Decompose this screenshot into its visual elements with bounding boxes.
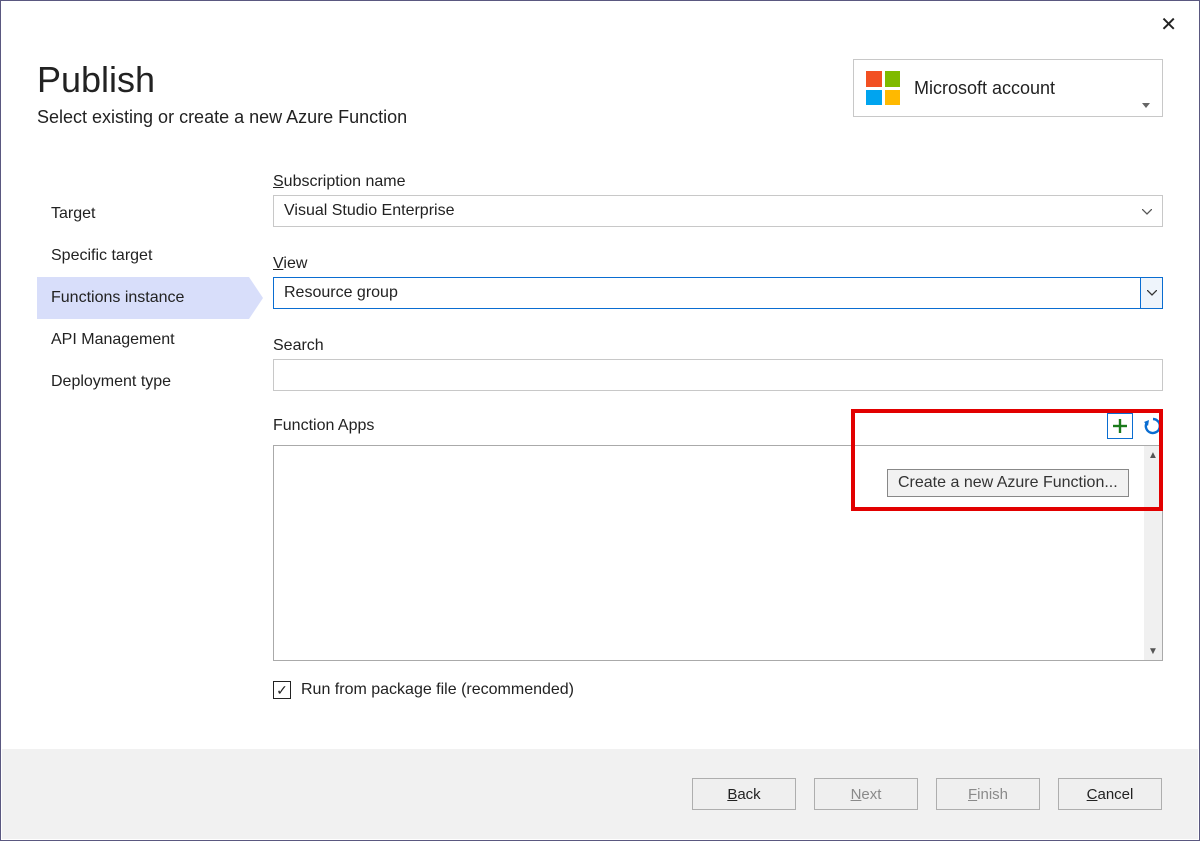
refresh-button[interactable] <box>1143 416 1163 436</box>
next-button: Next <box>814 778 918 810</box>
sidebar-item-specific-target[interactable]: Specific target <box>37 235 249 277</box>
sidebar-item-deployment-type[interactable]: Deployment type <box>37 361 249 403</box>
cancel-button[interactable]: Cancel <box>1058 778 1162 810</box>
sidebar-item-label: Functions instance <box>51 289 184 307</box>
close-icon[interactable]: ✕ <box>1160 15 1177 35</box>
view-label: View <box>273 255 1163 273</box>
view-value: Resource group <box>284 284 398 302</box>
dialog-footer: Back Next Finish Cancel <box>2 749 1198 839</box>
sidebar-item-target[interactable]: Target <box>37 193 249 235</box>
create-function-tooltip: Create a new Azure Function... <box>887 469 1129 497</box>
form-panel: Subscription name Visual Studio Enterpri… <box>249 173 1163 746</box>
scroll-down-icon[interactable]: ▼ <box>1144 642 1162 660</box>
refresh-icon <box>1143 416 1163 436</box>
chevron-down-icon <box>1142 103 1150 108</box>
plus-icon <box>1111 417 1129 435</box>
back-button[interactable]: Back <box>692 778 796 810</box>
sidebar-item-label: API Management <box>51 331 175 349</box>
run-from-package-checkbox[interactable]: ✓ <box>273 681 291 699</box>
search-label: Search <box>273 337 1163 355</box>
page-subtitle: Select existing or create a new Azure Fu… <box>37 107 407 128</box>
search-input[interactable] <box>273 359 1163 391</box>
scroll-up-icon[interactable]: ▲ <box>1144 446 1162 464</box>
sidebar-item-functions-instance[interactable]: Functions instance <box>37 277 249 319</box>
wizard-sidebar: Target Specific target Functions instanc… <box>37 173 249 746</box>
sidebar-item-label: Deployment type <box>51 373 171 391</box>
subscription-label: Subscription name <box>273 173 1163 191</box>
account-label: Microsoft account <box>914 78 1142 99</box>
chevron-down-icon <box>1140 278 1162 308</box>
chevron-down-icon <box>1142 202 1152 220</box>
microsoft-logo-icon <box>866 71 900 105</box>
page-title: Publish <box>37 59 407 101</box>
view-select[interactable]: Resource group <box>273 277 1163 309</box>
account-selector[interactable]: Microsoft account <box>853 59 1163 117</box>
title-block: Publish Select existing or create a new … <box>37 59 407 128</box>
scrollbar[interactable]: ▲ ▼ <box>1144 446 1162 660</box>
subscription-select[interactable]: Visual Studio Enterprise <box>273 195 1163 227</box>
finish-button: Finish <box>936 778 1040 810</box>
create-new-function-button[interactable] <box>1107 413 1133 439</box>
sidebar-item-label: Target <box>51 205 95 223</box>
run-from-package-label: Run from package file (recommended) <box>301 681 574 699</box>
sidebar-item-api-management[interactable]: API Management <box>37 319 249 361</box>
sidebar-item-label: Specific target <box>51 247 152 265</box>
function-apps-label: Function Apps <box>273 417 374 435</box>
subscription-value: Visual Studio Enterprise <box>284 202 454 220</box>
